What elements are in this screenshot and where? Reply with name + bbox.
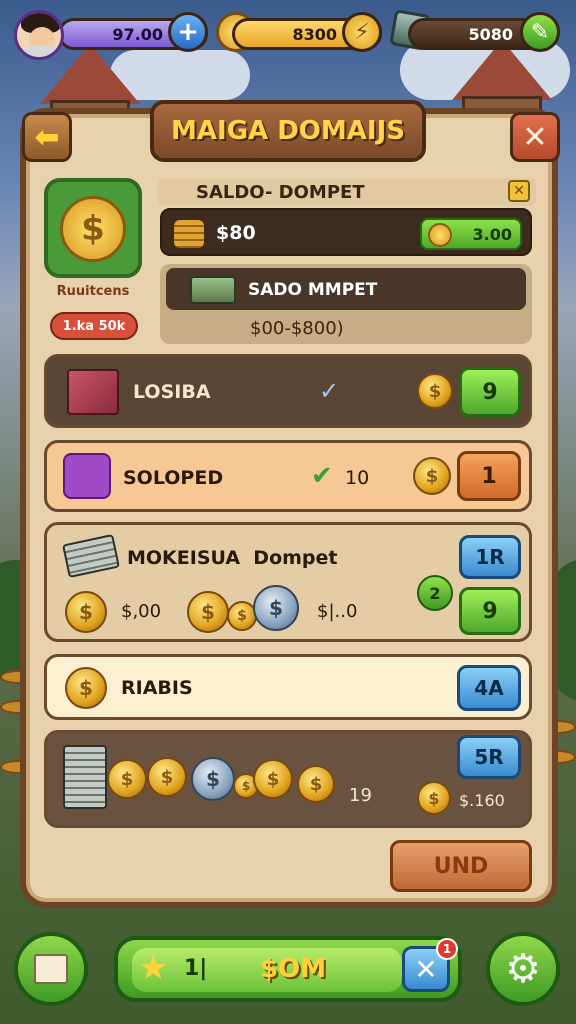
list-item-count: 19: [349, 785, 372, 806]
list-item[interactable]: MOKEISUA Dompet $ $,00 $ $ $ $|..0 2 1R …: [44, 522, 532, 642]
star-count: 1|: [184, 956, 208, 981]
coin-icon: $: [297, 765, 335, 803]
dollar-coin-icon: $: [60, 196, 126, 262]
saldo-close-button[interactable]: ✕: [508, 180, 530, 202]
notification-badge: 1: [436, 938, 458, 960]
coins-value: 8300: [292, 24, 337, 44]
amount-label: $|..0: [317, 601, 358, 622]
wallet-subpanel-label: SADO MMPET: [248, 280, 378, 300]
arrow-left-icon: ⬅: [34, 119, 60, 155]
list-item-count: 10: [345, 467, 370, 489]
coin-icon: $: [253, 759, 293, 799]
cash-icon: [190, 276, 236, 304]
map-icon: [34, 954, 68, 984]
add-button[interactable]: +: [168, 12, 208, 52]
coin-icon: $: [107, 759, 147, 799]
wallet-range: $00-$800): [250, 318, 344, 339]
panel-title: MAIGA DOMAIJS: [150, 100, 426, 162]
cash-bundle-icon: [62, 533, 120, 579]
saldo-header-label: SALDO- DOMPET: [196, 181, 365, 203]
list-item-button[interactable]: 4A: [457, 665, 521, 711]
top-hud: 97.00 + 8300 ⚡ 5080 ✎: [10, 8, 566, 60]
close-icon: ✕: [414, 952, 438, 986]
coin-stack-icon: [174, 220, 204, 248]
confirm-button[interactable]: UND: [390, 840, 532, 892]
list-item-button[interactable]: 1: [457, 451, 521, 501]
coin-icon: $: [417, 781, 451, 815]
list-item[interactable]: $ $ $ $ $ $ 19 $ $.160 5R: [44, 730, 532, 828]
check-icon: ✔: [311, 461, 333, 491]
balance-pill-button[interactable]: 3.00: [420, 218, 522, 250]
lightning-button[interactable]: ⚡: [342, 12, 382, 52]
gems-value: 5080: [468, 24, 513, 44]
bottom-action-label: $OM: [260, 954, 327, 984]
settings-button[interactable]: ⚙: [486, 932, 560, 1006]
coin-icon: $: [65, 667, 107, 709]
check-icon: ✓: [319, 377, 340, 405]
back-button[interactable]: ⬅: [22, 112, 72, 162]
crate-icon: [67, 369, 119, 415]
list-item-button[interactable]: 9: [459, 587, 521, 635]
list-item-label: SOLOPED: [123, 467, 224, 489]
gear-icon: ⚙: [505, 946, 541, 992]
list-item-button[interactable]: 1R: [459, 535, 521, 579]
close-icon: ✕: [522, 119, 548, 155]
list-item-button[interactable]: 9: [459, 367, 521, 417]
list-item-label: LOSIBA: [133, 381, 211, 403]
bottom-action-bar[interactable]: ★ 1| $OM ✕ 1: [114, 936, 462, 1002]
chest-icon: [63, 453, 111, 499]
star-icon: ★: [138, 948, 169, 988]
balance-row: $80 3.00: [160, 208, 532, 256]
list-item[interactable]: LOSIBA ✓ $ 9: [44, 354, 532, 428]
wallet-card-icon[interactable]: $: [44, 178, 142, 278]
list-item-label: RIABIS: [121, 677, 193, 699]
silver-coin-icon: $: [253, 585, 299, 631]
coin-icon: $: [187, 591, 229, 633]
cash-pile-icon: [63, 745, 107, 809]
coin-icon: $: [413, 457, 451, 495]
profile-value: 97.00: [112, 24, 163, 44]
plus-icon: +: [177, 17, 199, 47]
balance-amount: $80: [216, 222, 256, 244]
coin-icon: [428, 223, 452, 247]
wallet-caption: Ruuitcens: [56, 284, 130, 299]
coin-icon: $: [65, 591, 107, 633]
lightning-icon: ⚡: [354, 19, 370, 45]
list-item-label: MOKEISUA Dompet: [127, 547, 338, 569]
silver-coin-icon: $: [191, 757, 235, 801]
amount-label: $,00: [121, 601, 162, 622]
wallet-subpanel: SADO MMPET $00-$800): [160, 264, 532, 344]
list-item[interactable]: $ RIABIS 4A: [44, 654, 532, 720]
player-avatar[interactable]: [14, 10, 64, 60]
coin-icon: $: [417, 373, 453, 409]
wallet-badge: 1.ka 50k: [50, 312, 138, 340]
coin-icon: $: [147, 757, 187, 797]
list-item[interactable]: SOLOPED ✔ 10 $ 1: [44, 440, 532, 512]
edit-button[interactable]: ✎: [520, 12, 560, 52]
saldo-header: SALDO- DOMPET ✕: [158, 178, 536, 206]
list-item-button[interactable]: 5R: [457, 735, 521, 779]
price-label: $.160: [459, 791, 505, 810]
balance-pill-value: 3.00: [472, 224, 512, 244]
close-button[interactable]: ✕: [510, 112, 560, 162]
small-badge: 2: [417, 575, 453, 611]
map-button[interactable]: [14, 932, 88, 1006]
pencil-icon: ✎: [530, 19, 550, 45]
